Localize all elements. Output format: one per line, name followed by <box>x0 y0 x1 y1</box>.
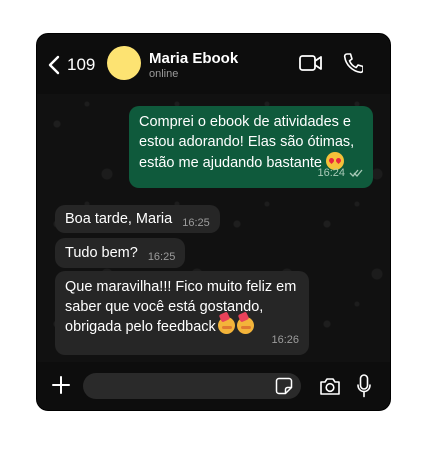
message-time: 16:24 <box>317 167 345 179</box>
sticker-icon[interactable] <box>275 377 293 395</box>
incoming-message[interactable]: Que maravilha!!! Fico muito feliz em sab… <box>55 271 309 355</box>
partying-face-emoji-icon <box>217 317 235 334</box>
microphone-icon[interactable] <box>357 374 371 398</box>
message-input[interactable] <box>83 373 301 399</box>
composer-bar <box>37 362 390 410</box>
video-call-icon[interactable] <box>299 54 323 72</box>
message-body: Que maravilha!!! Fico muito feliz em sab… <box>65 277 299 337</box>
message-text: Tudo bem? <box>65 245 138 261</box>
message-text: Que maravilha!!! Fico muito feliz em sab… <box>65 279 297 335</box>
double-check-icon <box>349 169 363 177</box>
incoming-message[interactable]: Tudo bem? 16:25 <box>55 238 186 268</box>
phone-call-icon[interactable] <box>343 52 363 74</box>
contact-status: online <box>149 68 179 80</box>
message-time: 16:26 <box>271 334 299 346</box>
contact-name[interactable]: Maria Ebook <box>149 50 238 67</box>
chevron-left-icon <box>48 55 60 75</box>
message-text: Boa tarde, Maria <box>65 211 173 227</box>
back-button[interactable]: 109 <box>47 52 107 78</box>
camera-icon[interactable] <box>319 376 341 396</box>
message-list[interactable]: Comprei o ebook de atividades e estou ad… <box>37 94 390 364</box>
avatar[interactable] <box>107 46 141 80</box>
message-time: 16:25 <box>182 217 210 229</box>
plus-icon[interactable] <box>51 375 71 395</box>
message-time: 16:25 <box>147 251 176 263</box>
outgoing-message[interactable]: Comprei o ebook de atividades e estou ad… <box>129 106 373 188</box>
incoming-message[interactable]: Boa tarde, Maria 16:25 <box>55 205 220 233</box>
message-meta: 16:24 <box>317 163 363 183</box>
unread-count: 109 <box>67 55 96 74</box>
partying-face-emoji-icon <box>236 317 254 334</box>
chat-window: 109 Maria Ebook online Comprei o ebook d… <box>36 33 391 411</box>
chat-header: 109 Maria Ebook online <box>37 34 390 94</box>
